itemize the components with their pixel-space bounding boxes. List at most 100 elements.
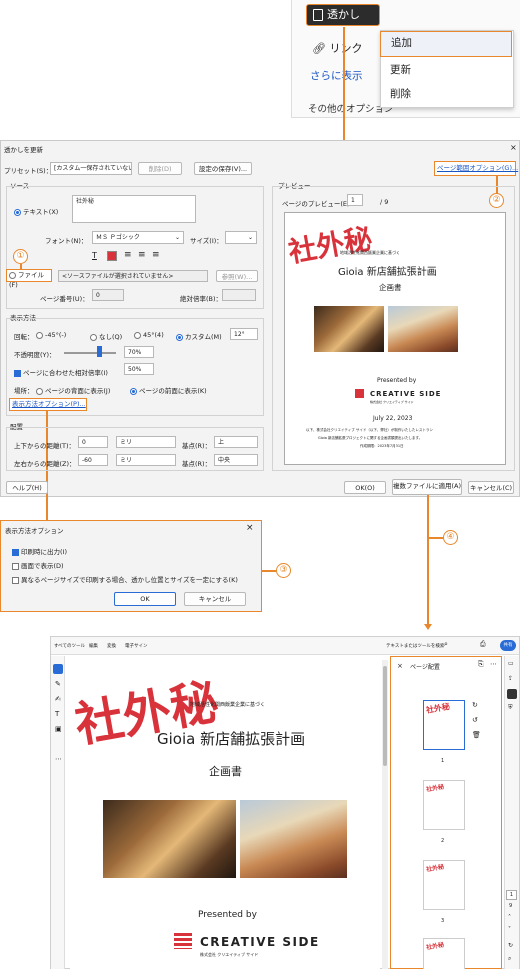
account-badge[interactable]: 共有 xyxy=(500,640,516,651)
opacity-slider-track[interactable] xyxy=(64,352,116,354)
page-range-link-text[interactable]: ページ範囲オプション(G)... xyxy=(435,164,518,172)
print-icon[interactable]: ⎙ xyxy=(480,640,486,649)
delete-button[interactable]: 削除(D) xyxy=(138,162,182,175)
submenu-item-update[interactable]: 更新 xyxy=(390,62,411,77)
page-counter[interactable]: 1 xyxy=(506,890,517,900)
insert-page-icon[interactable]: ⎘ xyxy=(478,660,484,669)
opacity-slider-thumb[interactable] xyxy=(97,346,102,357)
options-ok-button[interactable]: OK xyxy=(114,592,176,606)
ok-button[interactable]: OK(O) xyxy=(344,481,386,494)
search-icon[interactable]: ⌕ xyxy=(444,640,448,649)
link-menu-item[interactable]: 🔗︎ リンク xyxy=(312,40,362,56)
draw-tool-icon[interactable]: ✍ xyxy=(55,695,61,703)
export-rail-icon[interactable]: ⇪ xyxy=(508,675,513,682)
relative-scale-check[interactable]: ページに合わせた相対倍率(I) xyxy=(14,367,108,377)
select-tool-icon[interactable] xyxy=(53,664,63,674)
options-close-icon[interactable]: × xyxy=(246,523,254,533)
hunit-select[interactable]: ミリ xyxy=(116,454,176,466)
appearance-options-link-text[interactable]: 表示方法オプション(P)... xyxy=(10,400,86,408)
watermark-button[interactable]: 透かし xyxy=(306,4,380,26)
rotation-custom-field[interactable]: 12° xyxy=(230,328,258,340)
document-title: Gioia 新店舗拡張計画 xyxy=(157,730,306,748)
same-size-checkbox[interactable]: 異なるページサイズで印刷する場合、透かし位置とサイズを一定にする(K) xyxy=(12,574,238,584)
stamp-tool-icon[interactable]: ▣ xyxy=(55,725,62,733)
vunit-select[interactable]: ミリ xyxy=(116,436,176,448)
location-behind[interactable]: ページの背面に表示(J) xyxy=(36,385,110,395)
more-menu-item[interactable]: さらに表示 xyxy=(310,68,363,83)
page-number-field[interactable]: 0 xyxy=(92,289,124,301)
refresh-icon[interactable]: ↻ xyxy=(508,942,513,949)
screen-checkbox[interactable]: 画面で表示(D) xyxy=(12,560,64,570)
vdistance-field[interactable]: 0 xyxy=(78,436,108,448)
rotate-left-icon[interactable]: ↺ xyxy=(472,716,478,724)
file-radio[interactable]: ファイル(F) xyxy=(6,269,52,289)
delete-page-icon[interactable]: 🗑︎ xyxy=(472,731,481,739)
connector-line xyxy=(428,537,444,539)
print-checkbox[interactable]: 印刷時に出力(I) xyxy=(12,546,67,556)
acrobat-menubar xyxy=(51,637,519,655)
align-center-icon[interactable]: ≡ xyxy=(138,250,146,260)
rotation-custom[interactable]: カスタム(M) xyxy=(176,331,222,341)
browse-button[interactable]: 参照(W)... xyxy=(216,270,258,282)
zoom-icon[interactable]: ⌕ xyxy=(508,955,511,963)
location-front[interactable]: ページの前面に表示(K) xyxy=(130,385,207,395)
preset-select[interactable]: [カスタム一保存されていない] xyxy=(50,162,132,175)
vbase-select[interactable]: 上 xyxy=(214,436,258,448)
menu-convert[interactable]: 変換 xyxy=(107,643,116,649)
document-company-sub: 株式会社 クリエイティブ サイド xyxy=(200,952,259,957)
appearance-options-link[interactable]: 表示方法オプション(P)... xyxy=(9,398,87,411)
shield-rail-icon[interactable]: ⛨ xyxy=(508,704,513,712)
cancel-button[interactable]: キャンセル(C) xyxy=(468,481,514,494)
rotation-none[interactable]: なし(Q) xyxy=(90,331,122,341)
pages-rail-icon[interactable] xyxy=(507,689,517,699)
dialog-close-icon[interactable]: × xyxy=(510,143,517,152)
options-cancel-button[interactable]: キャンセル xyxy=(184,592,246,606)
more-tools-icon[interactable]: ⋯ xyxy=(55,755,62,763)
link-icon: 🔗︎ xyxy=(312,42,326,55)
absolute-scale-label: 絶対倍率(B)： xyxy=(180,295,223,303)
watermark-text-field[interactable]: 社外秘 xyxy=(72,195,196,223)
opacity-field[interactable]: 70% xyxy=(124,346,154,358)
document-photo-terrace xyxy=(240,800,347,878)
help-button[interactable]: ヘルプ(H) xyxy=(6,481,48,494)
page-up-icon[interactable]: ˄ xyxy=(508,914,511,921)
menu-edit[interactable]: 編集 xyxy=(89,643,98,649)
rotation-minus45[interactable]: -45°(-) xyxy=(36,331,66,339)
rotate-right-icon[interactable]: ↻ xyxy=(472,701,478,709)
underline-icon[interactable]: T xyxy=(92,251,97,260)
comment-tool-icon[interactable]: ✎ xyxy=(55,680,61,688)
save-settings-button[interactable]: 設定の保存(V)... xyxy=(194,162,252,175)
hdistance-field[interactable]: -60 xyxy=(78,454,108,466)
apply-multiple-files-button[interactable]: 複数ファイルに適用(A) xyxy=(392,479,462,495)
hbase-select[interactable]: 中央 xyxy=(214,454,258,466)
color-swatch[interactable] xyxy=(107,251,117,261)
menu-esign[interactable]: 電子サイン xyxy=(125,643,148,649)
page-total: 9 xyxy=(509,903,513,909)
text-tool-icon[interactable]: T xyxy=(55,710,59,718)
font-select[interactable]: ＭＳ Ｐゴシック ⌄ xyxy=(92,231,184,244)
panel-close-icon[interactable]: × xyxy=(397,662,403,670)
relative-scale-field[interactable]: 50% xyxy=(124,363,154,375)
document-subtitle: 企画書 xyxy=(209,765,242,778)
text-radio-dot xyxy=(14,208,21,216)
panel-more-icon[interactable]: ⋯ xyxy=(490,660,497,668)
rotation-45[interactable]: 45°(4) xyxy=(134,331,164,339)
preview-page-field[interactable]: 1 xyxy=(347,194,363,206)
preview-photo-terrace xyxy=(388,306,458,352)
text-radio[interactable]: テキスト(X) xyxy=(14,206,58,216)
page-down-icon[interactable]: ˅ xyxy=(508,926,511,933)
align-left-icon[interactable]: ≡ xyxy=(124,250,132,260)
submenu-item-add[interactable]: 追加 xyxy=(380,31,512,57)
absolute-scale-field[interactable] xyxy=(222,289,256,301)
size-select[interactable]: ⌄ xyxy=(225,231,257,244)
submenu-item-delete[interactable]: 削除 xyxy=(390,86,411,101)
align-right-icon[interactable]: ≡ xyxy=(152,250,160,260)
arrow-head xyxy=(424,624,432,630)
right-rail xyxy=(504,656,519,969)
menu-all-tools[interactable]: すべてのツール xyxy=(54,643,85,649)
preview-note-3: 作成期限：2023年7月31日 xyxy=(360,444,404,448)
search-label[interactable]: テキストまたはツールを検索 xyxy=(386,643,444,649)
page-range-options-link[interactable]: ページ範囲オプション(G)... xyxy=(434,161,518,176)
comment-rail-icon[interactable]: ▭ xyxy=(508,660,514,667)
document-scrollbar-thumb[interactable] xyxy=(383,666,387,766)
